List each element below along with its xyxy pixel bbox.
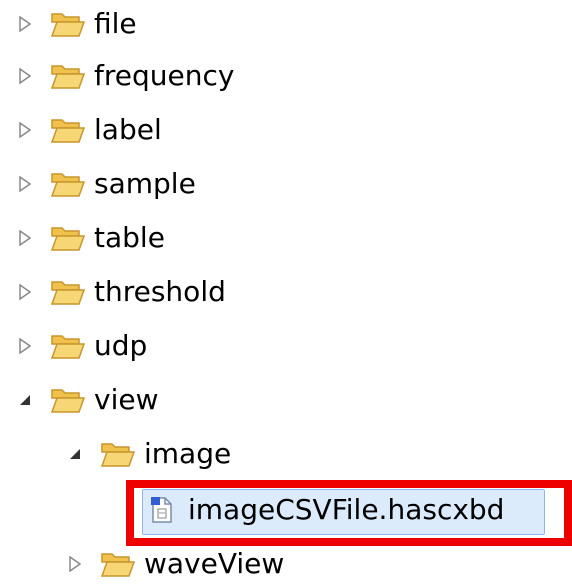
expand-arrow-icon[interactable] [18,174,32,194]
folder-icon [50,224,86,252]
tree-item-label: udp [94,329,148,362]
folder-icon [100,440,136,468]
tree-item-file[interactable]: file [18,0,137,48]
folder-icon [100,550,136,578]
expand-arrow-icon[interactable] [18,14,32,34]
collapse-arrow-icon[interactable] [18,390,32,410]
collapse-arrow-icon[interactable] [68,444,82,464]
expand-arrow-icon[interactable] [68,554,82,574]
tree-item-label: file [94,7,137,40]
folder-icon [50,386,86,414]
tree-item-label: waveView [144,547,285,580]
annotation-highlight-box [126,480,572,546]
folder-icon [50,116,86,144]
tree-item-udp[interactable]: udp [18,322,147,370]
expand-arrow-icon[interactable] [18,120,32,140]
tree-item-label: threshold [94,275,226,308]
folder-icon [50,278,86,306]
folder-icon [50,332,86,360]
tree-item-label-folder[interactable]: label [18,106,162,154]
tree-item-waveview[interactable]: waveView [68,540,284,588]
folder-icon [50,10,86,38]
folder-icon [50,62,86,90]
tree-item-label: frequency [94,59,235,92]
expand-arrow-icon[interactable] [18,282,32,302]
expand-arrow-icon[interactable] [18,336,32,356]
tree-item-label: table [94,221,165,254]
tree-item-threshold[interactable]: threshold [18,268,226,316]
tree-item-image[interactable]: image [68,430,231,478]
tree-item-sample[interactable]: sample [18,160,196,208]
tree-item-label: sample [94,167,196,200]
tree-item-frequency[interactable]: frequency [18,52,234,100]
expand-arrow-icon[interactable] [18,228,32,248]
folder-icon [50,170,86,198]
expand-arrow-icon[interactable] [18,66,32,86]
tree-item-label: label [94,113,162,146]
tree-item-label: image [144,437,232,470]
project-explorer-tree: file frequency label sample table thresh… [0,0,572,578]
tree-item-view[interactable]: view [18,376,158,424]
tree-item-label: view [94,383,159,416]
tree-item-table[interactable]: table [18,214,165,262]
